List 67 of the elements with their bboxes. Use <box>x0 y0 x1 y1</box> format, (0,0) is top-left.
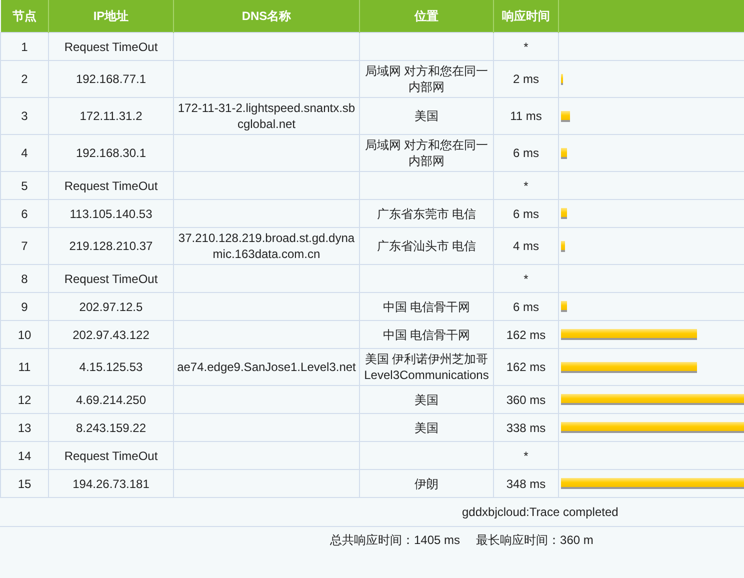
ip-cell: 192.168.30.1 <box>48 134 174 172</box>
time-cell: 6 ms <box>512 300 539 314</box>
ip-cell: 202.97.43.122 <box>48 320 174 348</box>
max-time: 最长响应时间：360 m <box>476 532 594 548</box>
hop-cell: 2 <box>0 60 48 98</box>
hop-cell: 11 <box>0 348 48 386</box>
hop-cell: 15 <box>0 470 48 498</box>
hop-cell: 13 <box>0 414 48 442</box>
dns-cell: 172-11-31-2.lightspeed.snantx.sbcglobal.net <box>178 101 356 131</box>
hop-cell: 12 <box>0 386 48 414</box>
time-cell: * <box>524 272 528 286</box>
time-cell: 6 ms <box>512 146 539 160</box>
hop-cell: 8 <box>0 264 48 292</box>
time-cell: 162 ms <box>506 360 546 374</box>
ip-cell: 194.26.73.181 <box>48 470 174 498</box>
hop-cell: 14 <box>0 442 48 470</box>
column-header: 节点 <box>0 0 48 32</box>
location-cell: 广东省东莞市 电信 <box>376 206 476 220</box>
time-cell: 338 ms <box>506 420 546 434</box>
time-cell: 11 ms <box>510 109 542 123</box>
time-cell: * <box>524 448 528 462</box>
location-cell: 美国 <box>414 420 438 434</box>
location-cell: 广东省汕头市 电信 <box>376 239 476 253</box>
location-cell: 美国 伊利诺伊州芝加哥Level3Communications <box>364 352 489 382</box>
total-time: 总共响应时间：1405 ms <box>330 532 460 548</box>
time-cell: * <box>524 40 528 54</box>
column-header: IP地址 <box>48 0 174 32</box>
column-header: 响应时间 <box>494 0 558 32</box>
location-cell: 美国 <box>414 109 438 123</box>
hop-cell: 5 <box>0 172 48 200</box>
dns-cell: ae74.edge9.SanJose1.Level3.net <box>177 360 356 374</box>
ip-cell: Request TimeOut <box>48 172 174 200</box>
location-cell: 伊朗 <box>414 476 438 490</box>
time-cell: 162 ms <box>506 328 546 342</box>
hop-cell: 10 <box>0 320 48 348</box>
ip-cell: 219.128.210.37 <box>48 228 174 264</box>
location-cell: 局域网 对方和您在同一内部网 <box>364 64 488 94</box>
hop-cell: 3 <box>0 98 48 134</box>
time-cell: 2 ms <box>512 72 539 86</box>
hop-cell: 4 <box>0 134 48 172</box>
dns-cell: 37.210.128.219.broad.st.gd.dynamic.163data.com.cn <box>178 231 355 261</box>
ip-cell: 8.243.159.22 <box>48 414 174 442</box>
ip-cell: 202.97.12.5 <box>48 292 174 320</box>
column-header: 位置 <box>360 0 494 32</box>
time-cell: 4 ms <box>512 239 539 253</box>
time-cell: 360 ms <box>506 392 546 406</box>
time-cell: 348 ms <box>506 476 546 490</box>
ip-cell: 172.11.31.2 <box>48 98 174 134</box>
time-cell: * <box>524 178 528 192</box>
ip-cell: Request TimeOut <box>48 264 174 292</box>
location-cell: 美国 <box>414 392 438 406</box>
ip-cell: Request TimeOut <box>48 442 174 470</box>
ip-cell: Request TimeOut <box>48 32 174 60</box>
location-cell: 局域网 对方和您在同一内部网 <box>364 138 488 168</box>
column-header: DNS名称 <box>174 0 360 32</box>
hop-cell: 1 <box>0 32 48 60</box>
hop-cell: 7 <box>0 228 48 264</box>
ip-cell: 4.69.214.250 <box>48 386 174 414</box>
hop-cell: 6 <box>0 200 48 228</box>
trace-status: gddxbjcloud:Trace completed <box>462 505 618 519</box>
ip-cell: 113.105.140.53 <box>48 200 174 228</box>
ip-cell: 192.168.77.1 <box>48 60 174 98</box>
location-cell: 中国 电信骨干网 <box>382 300 470 314</box>
time-cell: 6 ms <box>512 206 539 220</box>
hop-cell: 9 <box>0 292 48 320</box>
location-cell: 中国 电信骨干网 <box>382 328 470 342</box>
ip-cell: 4.15.125.53 <box>48 348 174 386</box>
